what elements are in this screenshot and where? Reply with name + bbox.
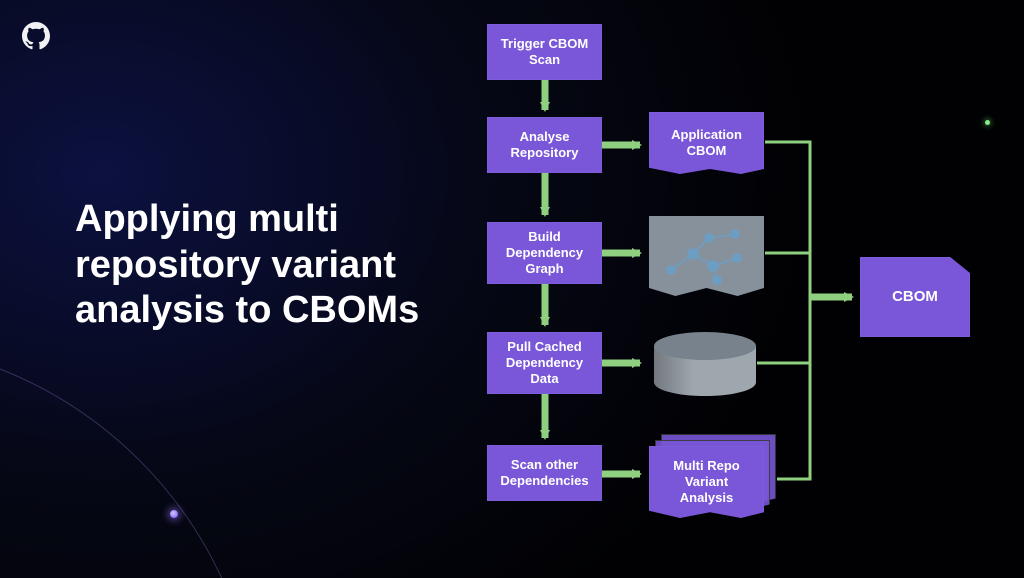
node-trigger-scan: Trigger CBOM Scan xyxy=(487,24,602,80)
artifact-cbom: CBOM xyxy=(860,257,970,337)
node-analyse-repo: Analyse Repository xyxy=(487,117,602,173)
diagram: Trigger CBOM Scan Analyse Repository Bui… xyxy=(0,0,1024,578)
node-build-dep-graph: Build Dependency Graph xyxy=(487,222,602,284)
node-scan-other-deps: Scan other Dependencies xyxy=(487,445,602,501)
artifact-multi-repo-variant: Multi Repo Variant Analysis xyxy=(649,446,764,518)
artifact-application-cbom: Application CBOM xyxy=(649,112,764,174)
artifact-database-icon xyxy=(654,332,756,396)
artifact-dependency-graph-icon xyxy=(649,216,764,296)
node-pull-cached-data: Pull Cached Dependency Data xyxy=(487,332,602,394)
graph-network-icon xyxy=(657,224,757,288)
